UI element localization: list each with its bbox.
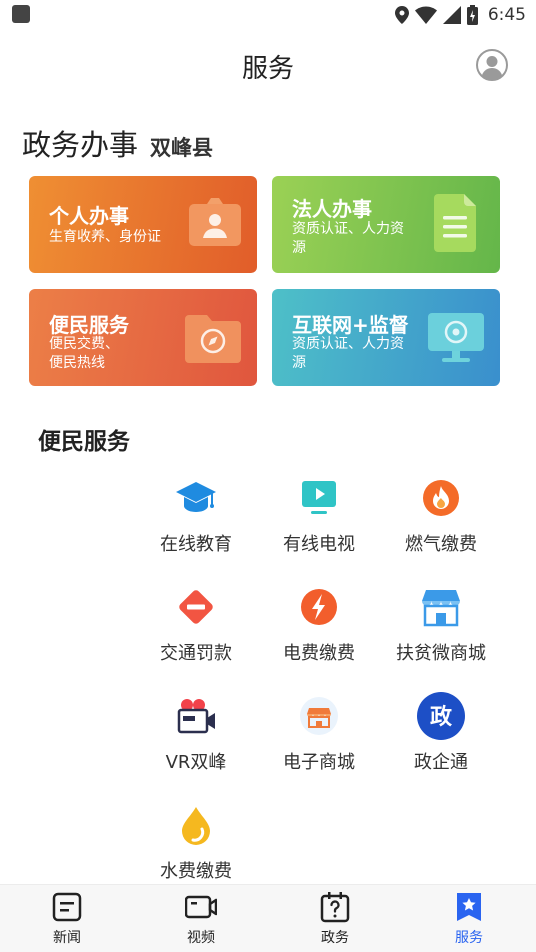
nav-item-video[interactable]: 视频 bbox=[161, 891, 241, 949]
services-section-title: 便民服务 bbox=[38, 429, 130, 455]
service-zhengqitong[interactable]: 政 政企通 bbox=[381, 692, 501, 792]
gov-section-header: 政务办事 双峰县 bbox=[22, 122, 213, 164]
card-subtitle: 资质认证、人力资源 bbox=[292, 336, 404, 371]
card-title: 个人办事 bbox=[49, 204, 129, 228]
service-gas-payment[interactable]: 燃气缴费 bbox=[381, 478, 501, 578]
top-bar: 服务 bbox=[0, 30, 536, 102]
service-label: VR双峰 bbox=[165, 752, 227, 773]
video-camera-icon bbox=[177, 699, 215, 734]
service-cable-tv[interactable]: 有线电视 bbox=[259, 478, 379, 578]
service-label: 水费缴费 bbox=[160, 861, 232, 882]
zheng-badge-icon: 政 bbox=[417, 692, 465, 740]
badge-text: 政 bbox=[430, 704, 453, 730]
star-bookmark-icon bbox=[457, 893, 481, 921]
service-vr-shuangfeng[interactable]: VR双峰 bbox=[136, 696, 256, 796]
service-label: 扶贫微商城 bbox=[396, 643, 486, 664]
service-label: 政企通 bbox=[414, 752, 468, 773]
service-label: 交通罚款 bbox=[160, 643, 232, 664]
card-subtitle: 资质认证、人力资源 bbox=[292, 221, 404, 256]
bottom-nav: 新闻 视频 政务 服务 bbox=[0, 884, 536, 952]
cell-signal-icon bbox=[442, 6, 461, 24]
service-label: 有线电视 bbox=[283, 534, 355, 555]
service-electricity-payment[interactable]: 电费缴费 bbox=[259, 587, 379, 687]
county-selector[interactable]: 双峰县 bbox=[150, 132, 213, 162]
status-time: 6:45 bbox=[487, 5, 526, 25]
nav-label: 视频 bbox=[187, 930, 215, 946]
service-e-mall[interactable]: 电子商城 bbox=[259, 696, 379, 796]
avatar[interactable] bbox=[476, 49, 508, 81]
shop-icon bbox=[300, 697, 338, 735]
calendar-question-icon bbox=[320, 892, 350, 923]
service-label: 在线教育 bbox=[160, 534, 232, 555]
nav-item-services[interactable]: 服务 bbox=[429, 891, 509, 949]
card-subtitle: 便民交费、便民热线 bbox=[49, 336, 119, 371]
service-traffic-fines[interactable]: 交通罚款 bbox=[136, 587, 256, 687]
news-icon bbox=[52, 892, 82, 922]
service-label: 电费缴费 bbox=[283, 643, 355, 664]
graduation-cap-icon bbox=[176, 482, 216, 512]
nav-label: 新闻 bbox=[53, 930, 81, 946]
gov-section-title: 政务办事 bbox=[22, 128, 139, 162]
service-label: 电子商城 bbox=[283, 752, 355, 773]
no-entry-icon bbox=[179, 590, 213, 624]
nav-item-news[interactable]: 新闻 bbox=[27, 891, 107, 949]
document-icon bbox=[434, 194, 476, 252]
store-icon bbox=[422, 590, 460, 627]
page-title: 服务 bbox=[241, 54, 294, 84]
flame-icon bbox=[423, 480, 459, 516]
app-notification-icon bbox=[12, 5, 30, 23]
nav-item-government[interactable]: 政务 bbox=[295, 891, 375, 949]
video-icon bbox=[185, 895, 217, 919]
battery-icon bbox=[466, 5, 478, 25]
card-title: 互联网+监督 bbox=[292, 313, 409, 337]
service-label: 燃气缴费 bbox=[405, 534, 477, 555]
nav-label: 服务 bbox=[455, 930, 483, 946]
card-title: 法人办事 bbox=[292, 197, 372, 221]
card-internet-supervision[interactable]: 互联网+监督 资质认证、人力资源 bbox=[272, 289, 500, 386]
monitor-icon bbox=[428, 313, 484, 362]
card-convenience-services[interactable]: 便民服务 便民交费、便民热线 bbox=[29, 289, 257, 386]
folder-compass-icon bbox=[185, 315, 241, 363]
service-poverty-mall[interactable]: 扶贫微商城 bbox=[381, 587, 501, 687]
card-legal-affairs[interactable]: 法人办事 资质认证、人力资源 bbox=[272, 176, 500, 273]
lightning-icon bbox=[301, 589, 337, 625]
status-indicators: 6:45 bbox=[394, 3, 526, 27]
tv-icon bbox=[302, 481, 336, 514]
card-subtitle: 生育收养、身份证 bbox=[49, 229, 161, 245]
nav-label: 政务 bbox=[321, 930, 349, 946]
wifi-icon bbox=[414, 6, 437, 24]
service-online-education[interactable]: 在线教育 bbox=[136, 478, 256, 578]
id-card-icon bbox=[189, 198, 241, 246]
water-drop-icon bbox=[182, 807, 210, 845]
status-bar: 6:45 bbox=[0, 0, 536, 30]
location-icon bbox=[394, 6, 409, 24]
card-personal-affairs[interactable]: 个人办事 生育收养、身份证 bbox=[29, 176, 257, 273]
card-title: 便民服务 bbox=[49, 313, 129, 337]
